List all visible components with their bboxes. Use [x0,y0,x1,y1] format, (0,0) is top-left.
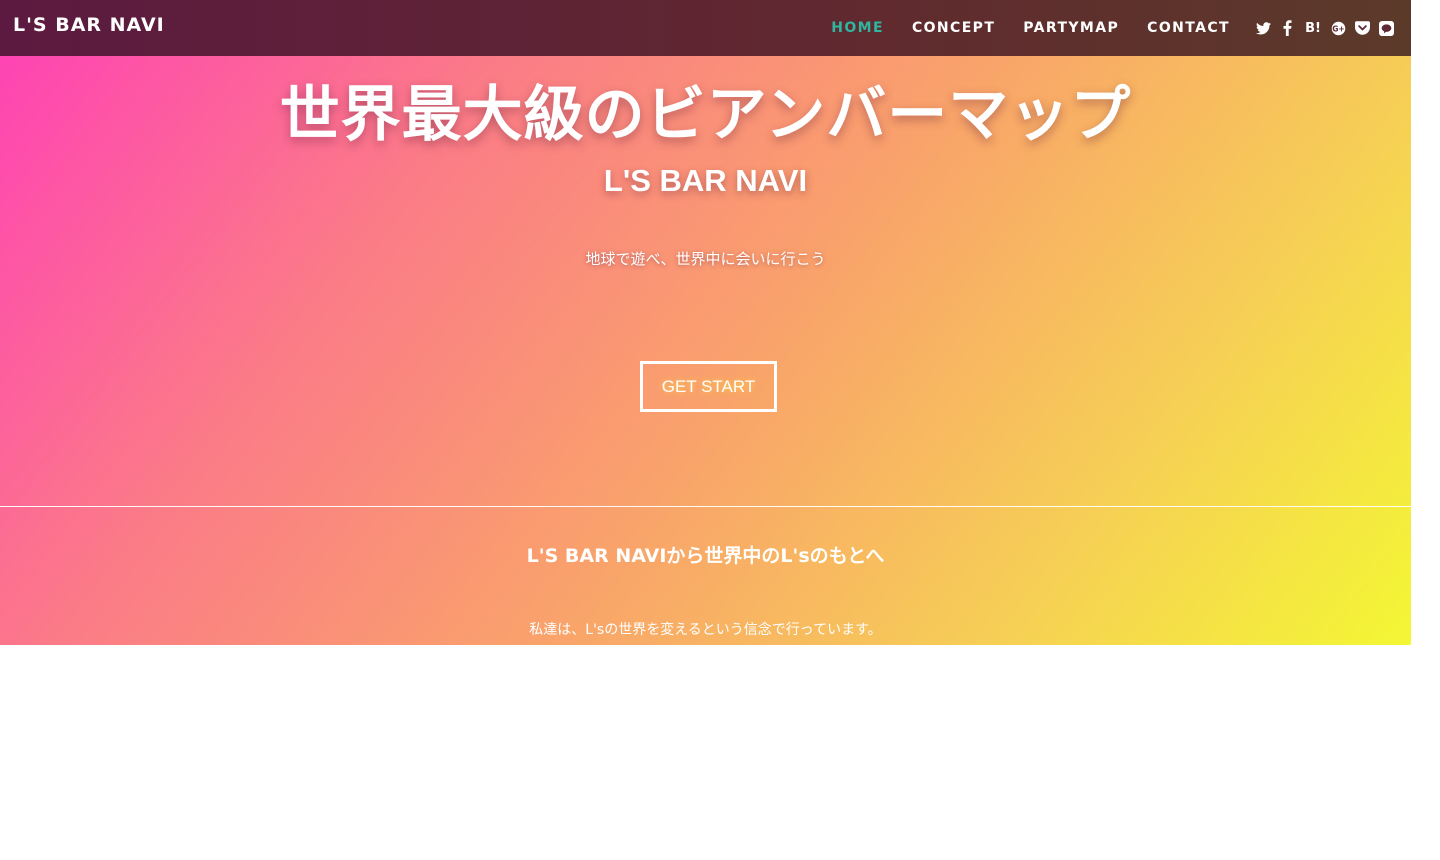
brand-logo[interactable]: L'S BAR NAVI [13,14,165,36]
social-share-icons: B! G+ [1248,20,1395,37]
navbar: L'S BAR NAVI HOME CONCEPT PARTYMAP CONTA… [0,0,1411,56]
svg-text:G+: G+ [1332,24,1344,33]
twitter-icon[interactable] [1255,20,1272,37]
hero-subtitle: L'S BAR NAVI [603,163,808,198]
page-background: L'S BAR NAVI HOME CONCEPT PARTYMAP CONTA… [0,0,1411,645]
concept-text: 私達は、L'sの世界を変えるという信念で行っています。 [529,622,882,638]
nav-link-contact[interactable]: CONTACT [1147,20,1230,36]
pocket-icon[interactable] [1354,20,1371,37]
line-icon[interactable] [1378,20,1395,37]
concept-heading: L'S BAR NAVIから世界中のL'sのもとへ [526,545,885,567]
hero-title: 世界最大級のビアンバーマップ [279,80,1132,150]
section-divider [0,506,1411,507]
nav-link-partymap[interactable]: PARTYMAP [1023,20,1119,36]
nav-link-concept[interactable]: CONCEPT [912,20,995,36]
facebook-icon[interactable] [1279,20,1296,37]
nav-link-home[interactable]: HOME [831,20,884,36]
hatena-bookmark-icon[interactable]: B! [1303,20,1323,37]
hero-tagline: 地球で遊べ、世界中に会いに行こう [585,250,826,268]
google-plus-icon[interactable]: G+ [1330,20,1347,37]
get-start-button[interactable]: GET START [640,361,777,412]
nav-links: HOME CONCEPT PARTYMAP CONTACT B! G+ [803,0,1411,56]
